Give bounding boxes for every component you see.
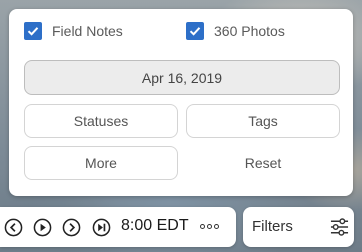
rewind-icon[interactable] [4,218,23,237]
playback-bar: 8:00 EDT [0,207,236,247]
photos-360-toggle[interactable]: 360 Photos [186,22,285,40]
playback-time: 8:00 EDT [121,217,189,234]
reset-button[interactable]: Reset [186,146,340,180]
tags-button[interactable]: Tags [186,104,340,138]
more-options-icon[interactable] [200,224,219,229]
skip-next-icon[interactable] [92,218,111,237]
filter-panel: Field Notes 360 Photos Apr 16, 2019 Stat… [9,9,353,196]
checkmark-icon [189,27,201,36]
sliders-icon [330,218,349,236]
field-notes-label: Field Notes [52,23,123,39]
forward-icon[interactable] [62,218,81,237]
checkmark-icon [27,27,39,36]
field-notes-checkbox[interactable] [24,22,42,40]
play-icon[interactable] [33,218,52,237]
more-button[interactable]: More [24,146,178,180]
date-picker-button[interactable]: Apr 16, 2019 [24,60,340,95]
field-notes-toggle[interactable]: Field Notes [24,22,123,40]
filters-button[interactable]: Filters [243,207,354,247]
photos-360-checkbox[interactable] [186,22,204,40]
statuses-button[interactable]: Statuses [24,104,178,138]
photos-360-label: 360 Photos [214,23,285,39]
filters-label: Filters [252,218,293,235]
